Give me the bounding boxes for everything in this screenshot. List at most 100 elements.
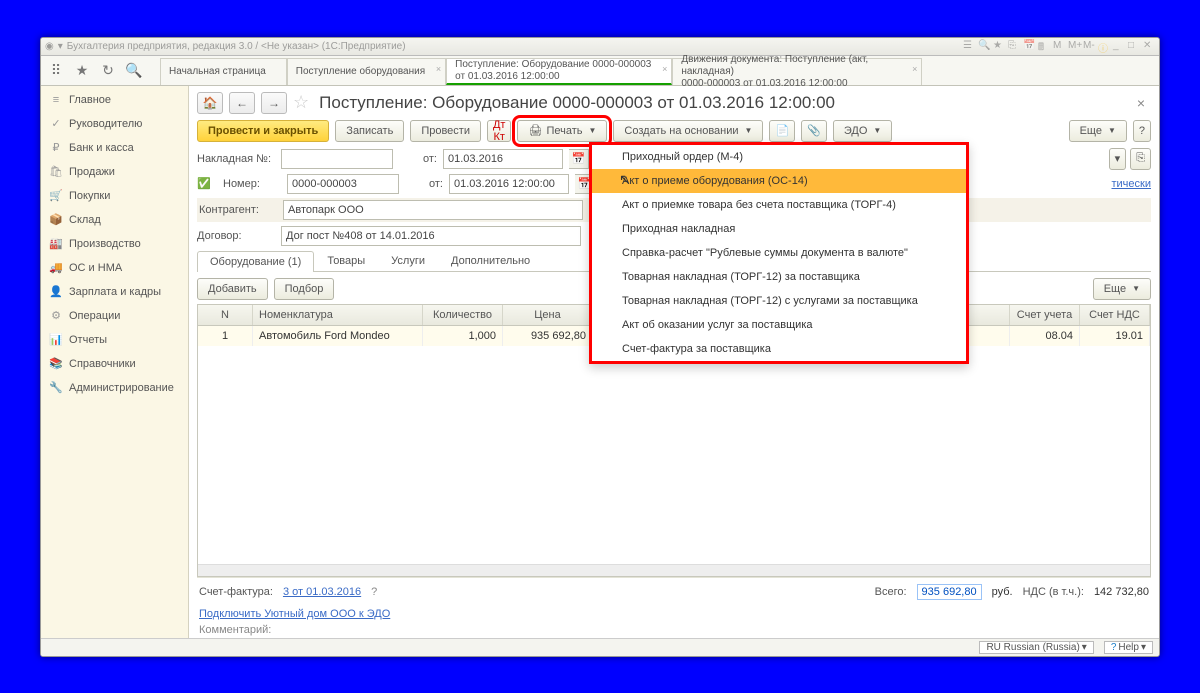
tb-m[interactable]: M+ [1068,40,1080,52]
tab-receipt[interactable]: Поступление оборудования × [287,58,446,85]
tab-services[interactable]: Услуги [378,250,438,271]
dt-kt-button[interactable]: ДтКт [487,120,512,142]
small-btn[interactable]: ⎘ [1130,148,1151,170]
favorite-star[interactable]: ☆ [293,92,309,113]
sidebar-label: Главное [69,94,111,106]
tb-m[interactable]: M [1053,40,1065,52]
check-icon: ✅ [197,177,217,190]
home-button[interactable]: 🏠 [197,92,223,114]
tab-movements[interactable]: Движения документа: Поступление (акт, на… [672,58,922,85]
menu-item[interactable]: Товарная накладная (ТОРГ-12) за поставщи… [592,265,966,289]
sidebar-item[interactable]: 🚚ОС и НМА [41,256,188,280]
tab-goods[interactable]: Товары [314,250,378,271]
tab-document[interactable]: Поступление: Оборудование 0000-000003 от… [446,58,672,85]
edo-link[interactable]: Подключить Уютный дом ООО к ЭДО [199,608,390,620]
menu-item[interactable]: Приходный ордер (М-4) [592,145,966,169]
menu-item[interactable]: Акт об оказании услуг за поставщика [592,313,966,337]
date1-input[interactable] [443,149,563,169]
sidebar-item[interactable]: ✓Руководителю [41,112,188,136]
sidebar-item[interactable]: 🔧Администрирование [41,376,188,400]
calendar-icon[interactable]: 📅 [569,149,589,169]
auto-link[interactable]: тически [1112,178,1152,190]
sidebar-icon: ⚙ [49,309,63,323]
tb-icon[interactable]: 🔍 [978,40,990,52]
menu-item[interactable]: Акт о приемке товара без счета поставщик… [592,193,966,217]
kontragent-label: Контрагент: [199,204,277,216]
report-button[interactable]: 📄 [769,120,795,142]
scrollbar[interactable] [198,564,1150,576]
back-button[interactable]: ← [229,92,255,114]
help-button[interactable]: ? [1133,120,1151,142]
tab-equipment[interactable]: Оборудование (1) [197,251,314,272]
tb-icon[interactable]: 📅 [1023,40,1035,52]
zapisat-button[interactable]: Записать [335,120,404,142]
menu-item[interactable]: Приходная накладная [592,217,966,241]
close-page[interactable]: × [1131,95,1151,111]
provesti-button[interactable]: Провести [410,120,481,142]
close-icon[interactable]: × [436,63,441,75]
tb-icon[interactable]: ☰ [963,40,975,52]
search-icon[interactable]: 🔍 [124,60,144,80]
sidebar-icon: 📦 [49,213,63,227]
nomer-input[interactable] [287,174,399,194]
close-icon[interactable]: × [912,63,917,75]
menu-item[interactable]: Товарная накладная (ТОРГ-12) с услугами … [592,289,966,313]
help-indicator[interactable]: ? Help ▾ [1104,641,1153,654]
sidebar-item[interactable]: ≡ Главное [41,88,188,112]
attach-button[interactable]: 📎 [801,120,827,142]
tb-close[interactable]: ✕ [1143,40,1155,52]
tb-icon[interactable]: 🖩 [1038,40,1050,52]
sidebar-icon: ✓ [49,117,63,131]
podbor-button[interactable]: Подбор [274,278,335,300]
sidebar-item[interactable]: 🛍Продажи [41,160,188,184]
sidebar-item[interactable]: ₽Банк и касса [41,136,188,160]
tb-m[interactable]: M- [1083,40,1095,52]
small-btn[interactable]: ▾ [1109,148,1127,170]
menu-item[interactable]: Справка-расчет "Рублевые суммы документа… [592,241,966,265]
sidebar-item[interactable]: 📊Отчеты [41,328,188,352]
dobavit-button[interactable]: Добавить [197,278,268,300]
dogovor-input[interactable] [281,226,581,246]
dropdown-icon[interactable]: ▾ [58,41,63,52]
edo-button[interactable]: ЭДО ▼ [833,120,892,142]
tb-info[interactable]: ⓘ [1098,40,1110,52]
kontragent-input[interactable] [283,200,583,220]
eshe-grid-button[interactable]: Еще ▼ [1093,278,1151,300]
sidebar-item[interactable]: 👤Зарплата и кадры [41,280,188,304]
sidebar-item[interactable]: 🛒Покупки [41,184,188,208]
star-icon[interactable]: ★ [72,60,92,80]
sf-link[interactable]: 3 от 01.03.2016 [283,586,361,598]
sidebar-icon: ≡ [49,93,63,107]
close-icon[interactable]: × [662,63,667,75]
forward-button[interactable]: → [261,92,287,114]
dogovor-label: Договор: [197,230,275,242]
nds-value: 142 732,80 [1094,586,1149,598]
sidebar-label: Операции [69,310,120,322]
tb-maximize[interactable]: □ [1128,40,1140,52]
tb-minimize[interactable]: _ [1113,40,1125,52]
menu-item[interactable]: Счет-фактура за поставщика [592,337,966,361]
tb-icon[interactable]: ⎘ [1008,40,1020,52]
tb-icon[interactable]: ★ [993,40,1005,52]
sozdat-button[interactable]: Создать на основании ▼ [613,120,763,142]
sidebar-label: Покупки [69,190,110,202]
app-window: ◉ ▾ Бухгалтерия предприятия, редакция 3.… [40,37,1160,657]
sidebar-item[interactable]: ⚙ Операции [41,304,188,328]
menu-item-os14[interactable]: Акт о приеме оборудования (ОС-14) [592,169,966,193]
print-menu: Приходный ордер (М-4) Акт о приеме обору… [589,142,969,364]
history-icon[interactable]: ↻ [98,60,118,80]
eshe-button[interactable]: Еще ▼ [1069,120,1127,142]
sidebar-label: Продажи [69,166,115,178]
lang-indicator[interactable]: RU Russian (Russia) ▾ [979,641,1093,654]
pechat-button[interactable]: 🖨 Печать ▼ [517,120,607,142]
apps-icon[interactable]: ⠿ [46,60,66,80]
sidebar-item[interactable]: 📦Склад [41,208,188,232]
provesti-zakryt-button[interactable]: Провести и закрыть [197,120,329,142]
total-value: 935 692,80 [917,584,982,600]
sidebar-item[interactable]: 📚Справочники [41,352,188,376]
date2-input[interactable] [449,174,569,194]
nakladnaya-input[interactable] [281,149,393,169]
tab-start[interactable]: Начальная страница [160,58,287,85]
sidebar-item[interactable]: 🏭Производство [41,232,188,256]
tab-additional[interactable]: Дополнительно [438,250,543,271]
